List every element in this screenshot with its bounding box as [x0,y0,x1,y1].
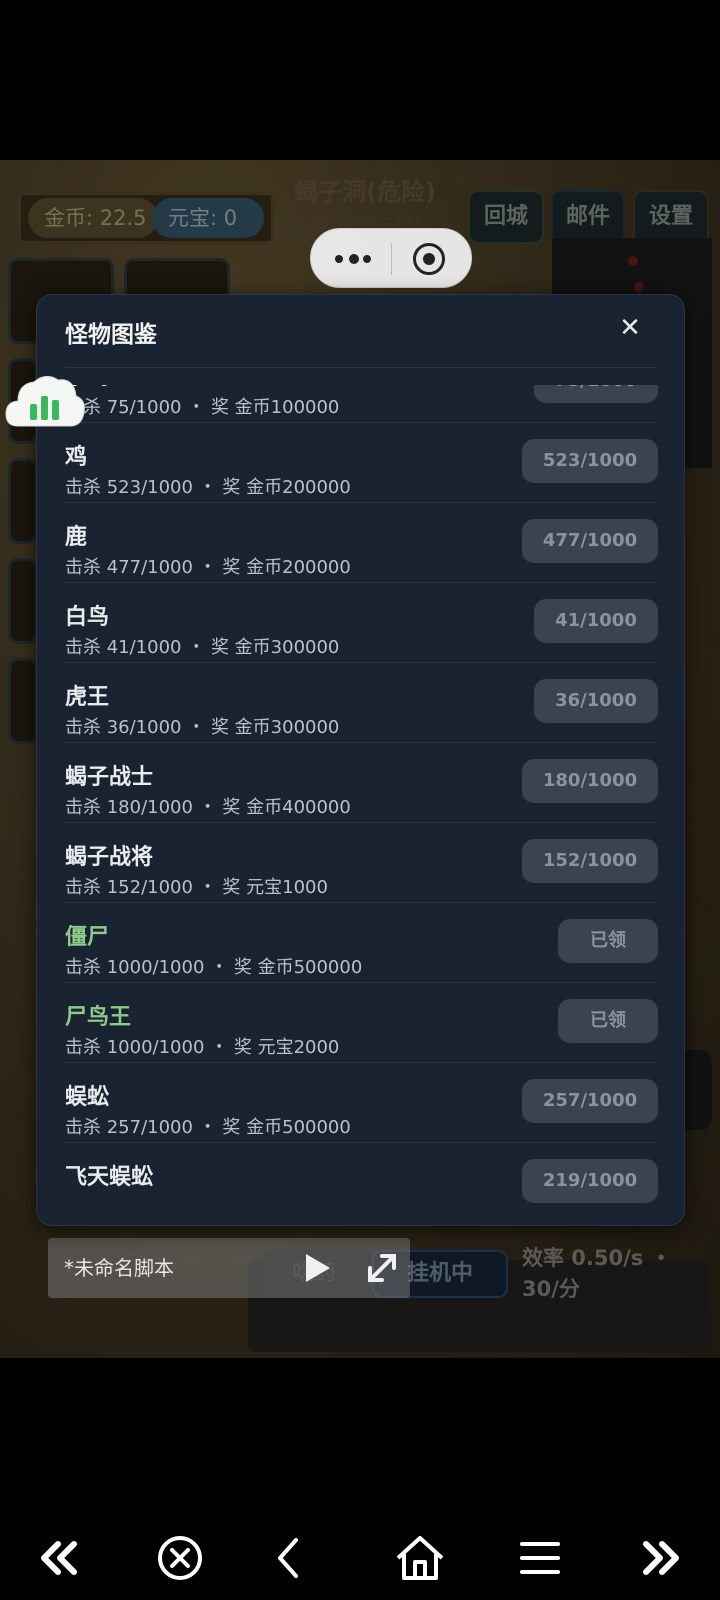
monster-name: 僵尸 [65,925,110,950]
monster-name: 白鸟 [65,605,110,630]
list-item: 蜈蚣击杀 257/1000 ・ 奖 金币500000 257/1000 [65,1063,658,1143]
claim-progress-button[interactable]: 41/1000 [534,599,658,643]
claim-progress-button[interactable]: 36/1000 [534,679,658,723]
monster-name: 鸡 [65,445,88,470]
capsule-divider [391,243,392,275]
list-item: 尸鸟王击杀 1000/1000 ・ 奖 元宝2000 已领 [65,983,658,1063]
monster-name: 蜈蚣 [65,1085,110,1110]
kill-reward-text: 击杀 75/1000 ・ 奖 金币100000 [65,397,340,418]
monster-name: 蝎子战士 [65,765,154,790]
chart-cloud-icon[interactable] [4,370,86,430]
claim-progress-button[interactable]: 75/1000 [534,385,658,403]
double-left-icon[interactable] [30,1520,90,1600]
monster-name: 鹿 [65,525,88,550]
kill-reward-text: 击杀 1000/1000 ・ 奖 元宝2000 [65,1037,340,1058]
system-nav-bar [0,1520,720,1600]
monster-name: 蝎子战将 [65,845,154,870]
kill-reward-text: 击杀 41/1000 ・ 奖 金币300000 [65,637,340,658]
screen: 金币: 22.5 元宝: 0 蝎子洞(危险) Lv.38 战力 3*** 回城 … [0,0,720,1600]
home-icon[interactable] [390,1520,450,1600]
script-name: *未命名脚本 [64,1256,174,1280]
kill-reward-text: 击杀 257/1000 ・ 奖 金币500000 [65,1117,351,1138]
list-item: 蝎子战士击杀 180/1000 ・ 奖 金币400000 180/1000 [65,743,658,823]
miniprogram-capsule [310,228,472,288]
list-item: 蝎子战将击杀 152/1000 ・ 奖 元宝1000 152/1000 [65,823,658,903]
back-icon[interactable] [260,1520,320,1600]
close-circle-icon[interactable] [150,1520,210,1600]
kill-reward-text: 击杀 523/1000 ・ 奖 金币200000 [65,477,351,498]
kill-reward-text: 击杀 1000/1000 ・ 奖 金币500000 [65,957,363,978]
claimed-button[interactable]: 已领 [558,999,658,1043]
list-item: 小鸡击杀 75/1000 ・ 奖 金币10000075/1000 [65,385,658,423]
claim-progress-button[interactable]: 152/1000 [522,839,658,883]
kill-reward-text: 击杀 180/1000 ・ 奖 金币400000 [65,797,351,818]
play-icon[interactable] [306,1254,330,1282]
claim-progress-button[interactable]: 477/1000 [522,519,658,563]
script-bar: *未命名脚本 [48,1238,410,1298]
more-dots-icon[interactable] [333,229,377,289]
claim-progress-button[interactable]: 257/1000 [522,1079,658,1123]
claim-progress-button[interactable]: 180/1000 [522,759,658,803]
claimed-button[interactable]: 已领 [558,919,658,963]
claim-progress-button[interactable]: 219/1000 [522,1159,658,1203]
monster-name: 飞天蜈蚣 [65,1165,154,1190]
close-icon[interactable]: ✕ [615,313,645,343]
monster-codex-modal: 怪物图鉴 ✕ 小鸡击杀 75/1000 ・ 奖 金币10000075/1000鸡… [36,294,685,1226]
modal-title: 怪物图鉴 [65,322,157,348]
monster-list[interactable]: 小鸡击杀 75/1000 ・ 奖 金币10000075/1000鸡击杀 523/… [37,385,684,1203]
menu-icon[interactable] [510,1520,570,1600]
monster-name: 虎王 [65,685,110,710]
kill-reward-text: 击杀 152/1000 ・ 奖 元宝1000 [65,877,328,898]
list-item: 虎王击杀 36/1000 ・ 奖 金币300000 36/1000 [65,663,658,743]
list-item: 鹿击杀 477/1000 ・ 奖 金币200000 477/1000 [65,503,658,583]
list-item: 飞天蜈蚣 219/1000 [65,1143,658,1203]
expand-icon[interactable] [364,1250,400,1286]
list-item: 白鸟击杀 41/1000 ・ 奖 金币300000 41/1000 [65,583,658,663]
kill-reward-text: 击杀 36/1000 ・ 奖 金币300000 [65,717,340,738]
double-right-icon[interactable] [630,1520,690,1600]
list-item: 僵尸击杀 1000/1000 ・ 奖 金币500000 已领 [65,903,658,983]
target-close-icon[interactable] [413,243,445,275]
kill-reward-text: 击杀 477/1000 ・ 奖 金币200000 [65,557,351,578]
monster-name: 尸鸟王 [65,1005,132,1030]
list-item: 鸡击杀 523/1000 ・ 奖 金币200000 523/1000 [65,423,658,503]
claim-progress-button[interactable]: 523/1000 [522,439,658,483]
monster-list-inner: 小鸡击杀 75/1000 ・ 奖 金币10000075/1000鸡击杀 523/… [37,385,684,1203]
modal-divider [65,367,657,368]
